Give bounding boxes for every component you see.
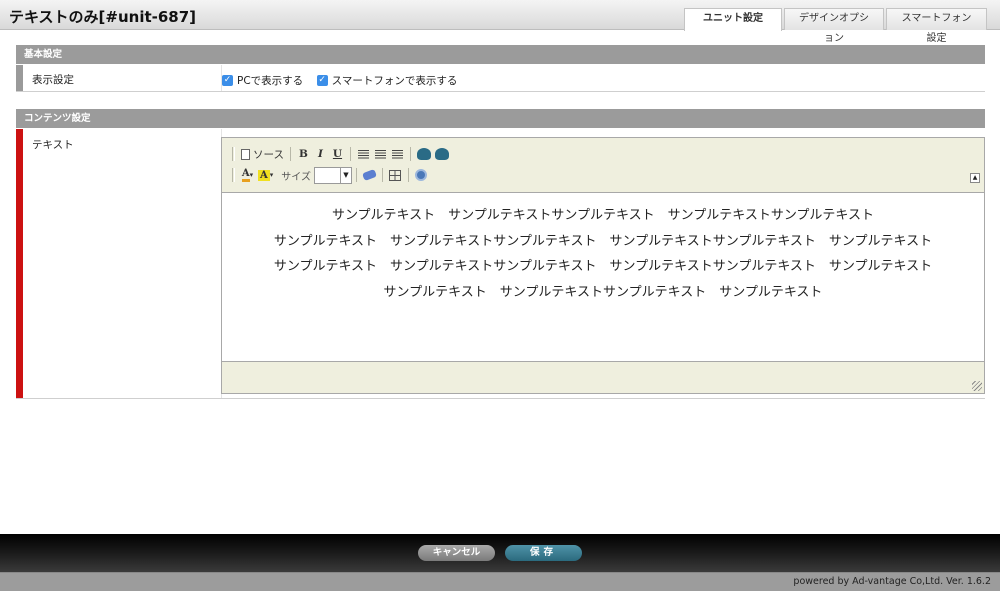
smartphone-display-label: スマートフォンで表示する xyxy=(331,75,458,87)
toolbar-separator xyxy=(407,168,409,182)
background-color-icon: A xyxy=(258,169,270,181)
show-blocks-button[interactable] xyxy=(413,167,430,184)
underline-icon: U xyxy=(332,148,343,160)
toolbar-separator xyxy=(409,147,411,161)
content-line: サンプルテキスト サンプルテキストサンプルテキスト サンプルテキストサンプルテキ… xyxy=(331,208,875,223)
source-label: ソース xyxy=(253,148,284,161)
tab-unit-settings[interactable]: ユニット設定 xyxy=(684,8,782,31)
collapse-toolbar-button[interactable]: ▲ xyxy=(970,173,980,183)
text-color-button[interactable]: A ▾ xyxy=(239,167,256,184)
toolbar-separator xyxy=(349,147,351,161)
content-line: サンプルテキスト サンプルテキストサンプルテキスト サンプルテキストサンプルテキ… xyxy=(273,233,933,249)
footer-bar: キャンセル 保存 xyxy=(0,534,1000,572)
align-left-icon xyxy=(357,149,369,159)
status-bar: powered by Ad-vantage Co,Ltd. Ver. 1.6.2 xyxy=(0,572,1000,591)
chevron-down-icon: ▼ xyxy=(339,167,351,183)
content-settings-heading: コンテンツ設定 xyxy=(16,109,985,128)
toolbar-row-1: ソース B I U xyxy=(232,145,451,163)
content-line: サンプルテキスト サンプルテキストサンプルテキスト サンプルテキスト xyxy=(383,284,823,300)
toolbar-separator xyxy=(289,147,291,161)
size-label: サイズ xyxy=(281,171,311,183)
toolbar-row-2: A ▾ A ▾ サイズ ▼ xyxy=(232,166,430,184)
font-size-select[interactable]: ▼ xyxy=(313,166,352,184)
save-button[interactable]: 保存 xyxy=(505,545,582,561)
eraser-icon xyxy=(362,169,377,181)
cancel-button[interactable]: キャンセル xyxy=(418,545,495,561)
editor-content-area[interactable]: サンプルテキスト サンプルテキストサンプルテキスト サンプルテキストサンプルテキ… xyxy=(222,192,984,362)
align-right-icon xyxy=(391,149,403,159)
text-color-icon: A xyxy=(241,168,250,182)
binoculars-replace-icon xyxy=(434,148,449,160)
font-size-value xyxy=(315,168,340,183)
toolbar-grip xyxy=(232,168,235,182)
tab-smartphone-settings[interactable]: スマートフォン設定 xyxy=(886,8,987,44)
smartphone-display-checkbox[interactable]: ✓ スマートフォンで表示する xyxy=(316,73,458,88)
pc-display-label: PCで表示する xyxy=(237,75,304,87)
editor-toolbar: ソース B I U A ▾ A ▾ サイズ ▼ ▲ xyxy=(222,138,984,191)
bold-icon: B xyxy=(299,148,308,160)
italic-button[interactable]: I xyxy=(312,146,329,163)
align-center-icon xyxy=(374,149,386,159)
bold-button[interactable]: B xyxy=(295,146,312,163)
chevron-down-icon: ▾ xyxy=(249,171,254,179)
display-settings-label: 表示設定 xyxy=(32,74,74,86)
find-button[interactable] xyxy=(415,146,433,163)
display-settings-row: 表示設定 ✓ PCで表示する ✓ スマートフォンで表示する xyxy=(16,65,985,92)
text-label: テキスト xyxy=(32,139,74,151)
source-button[interactable]: ソース xyxy=(239,146,286,163)
header: テキストのみ[#unit-687] ユニット設定 デザインオプション スマートフ… xyxy=(0,0,1000,44)
document-icon xyxy=(241,148,250,160)
content-line: サンプルテキスト サンプルテキストサンプルテキスト サンプルテキストサンプルテキ… xyxy=(273,259,933,274)
page-title: テキストのみ[#unit-687] xyxy=(9,8,197,26)
tab-design-options[interactable]: デザインオプション xyxy=(784,8,884,44)
display-checkboxes: ✓ PCで表示する ✓ スマートフォンで表示する xyxy=(222,72,467,88)
tab-bar: ユニット設定 デザインオプション スマートフォン設定 xyxy=(682,8,987,44)
row-accent-bar xyxy=(16,65,23,91)
toolbar-grip xyxy=(232,147,235,161)
remove-format-button[interactable] xyxy=(361,167,378,184)
align-left-button[interactable] xyxy=(355,146,372,163)
show-blocks-icon xyxy=(415,169,428,181)
binoculars-icon xyxy=(416,148,431,160)
chevron-down-icon: ▾ xyxy=(269,171,274,179)
align-center-button[interactable] xyxy=(372,146,389,163)
checkmark-icon: ✓ xyxy=(316,75,328,86)
checkmark-icon: ✓ xyxy=(222,75,233,86)
version-text: powered by Ad-vantage Co,Ltd. Ver. 1.6.2 xyxy=(793,576,991,587)
basic-settings-heading: 基本設定 xyxy=(16,45,985,64)
replace-button[interactable] xyxy=(433,146,451,163)
background-color-button[interactable]: A ▾ xyxy=(256,167,275,184)
align-right-button[interactable] xyxy=(389,146,406,163)
table-icon xyxy=(389,169,402,181)
resize-handle[interactable] xyxy=(972,381,982,391)
row-accent-bar xyxy=(16,129,23,398)
rich-text-editor: ソース B I U A ▾ A ▾ サイズ ▼ ▲ サンプルテキスト サンプルテ… xyxy=(221,137,985,394)
toolbar-separator xyxy=(355,168,357,182)
pc-display-checkbox[interactable]: ✓ PCで表示する xyxy=(222,73,303,88)
italic-icon: I xyxy=(318,148,323,160)
underline-button[interactable]: U xyxy=(329,146,346,163)
toolbar-separator xyxy=(381,168,383,182)
table-button[interactable] xyxy=(387,167,404,184)
